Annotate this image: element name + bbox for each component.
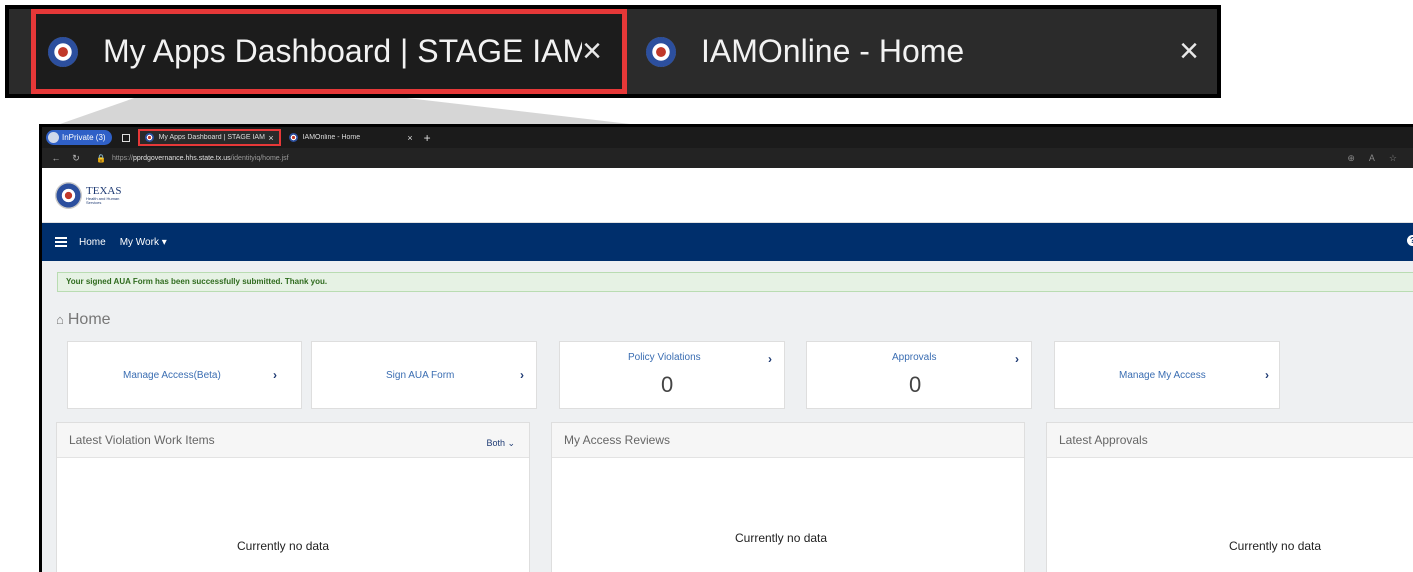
- browser-tab-iamonline-home[interactable]: IAMOnline - Home ×: [284, 129, 418, 146]
- hhs-favicon-icon: [646, 36, 676, 67]
- chevron-right-icon: ›: [520, 368, 524, 382]
- chevron-right-icon: ›: [273, 368, 277, 382]
- browser-tab-title: My Apps Dashboard | STAGE IAM: [158, 134, 265, 141]
- panel-title: Latest Approvals: [1059, 433, 1148, 447]
- browser-window: InPrivate (3) My Apps Dashboard | STAGE …: [39, 124, 1413, 572]
- zoomed-tab-title: My Apps Dashboard | STAGE IAM: [103, 33, 583, 69]
- logo-text: TEXAS Health and Human Services: [86, 186, 121, 205]
- empty-state-text: Currently no data: [735, 531, 828, 545]
- site-header: TEXAS Health and Human Services: [42, 168, 1413, 223]
- empty-state-text: Currently no data: [1229, 539, 1322, 553]
- tile-count: 0: [909, 372, 922, 397]
- tile-sign-aua-form[interactable]: Sign AUA Form ›: [311, 341, 537, 409]
- success-alert: Your signed AUA Form has been successful…: [57, 272, 1413, 292]
- panel-my-access-reviews: My Access Reviews Currently no data: [551, 422, 1025, 572]
- tab-actions-icon[interactable]: [121, 133, 130, 142]
- logo-line-services: Services: [86, 200, 102, 205]
- close-icon[interactable]: ×: [1179, 32, 1199, 71]
- hhs-favicon-icon: [288, 133, 298, 142]
- help-icon[interactable]: ?: [1407, 235, 1413, 246]
- chevron-right-icon: ›: [1015, 352, 1019, 366]
- dashboard-content: Your signed AUA Form has been successful…: [42, 261, 1413, 572]
- tile-label: Sign AUA Form: [386, 370, 455, 381]
- menu-icon[interactable]: [55, 235, 67, 249]
- panel-header: Latest Approvals: [1047, 423, 1413, 458]
- address-bar: ← ↻ 🔒 https://pprdgovernance.hhs.state.t…: [42, 148, 1413, 168]
- url-prefix: https://: [111, 154, 133, 162]
- panel-title: Latest Violation Work Items: [69, 433, 215, 447]
- panel-header: My Access Reviews: [552, 423, 1024, 458]
- browser-toolbar-icons[interactable]: ⊕ A ☆: [1347, 153, 1403, 164]
- browser-tab-my-apps-dashboard[interactable]: My Apps Dashboard | STAGE IAM ×: [137, 129, 281, 146]
- browser-tab-title: IAMOnline - Home: [302, 134, 361, 141]
- close-icon[interactable]: ×: [407, 133, 412, 143]
- tile-label: Manage Access(Beta): [123, 370, 221, 381]
- tile-manage-my-access[interactable]: Manage My Access ›: [1054, 341, 1280, 409]
- nav-home-link[interactable]: Home: [79, 237, 106, 248]
- page-title-text: Home: [67, 311, 111, 328]
- zoomed-tab-strip: My Apps Dashboard | STAGE IAM × IAMOnlin…: [5, 5, 1221, 98]
- panel-latest-violation-work-items: Latest Violation Work Items Both ⌄ Curre…: [56, 422, 530, 572]
- hhs-favicon-icon: [144, 133, 154, 142]
- tile-label: Manage My Access: [1119, 370, 1206, 381]
- tile-manage-access-beta[interactable]: Manage Access(Beta) ›: [67, 341, 302, 409]
- chevron-right-icon: ›: [768, 352, 772, 366]
- panel-title: My Access Reviews: [564, 433, 671, 447]
- texas-seal-icon: [55, 182, 82, 209]
- tile-label: Policy Violations: [628, 352, 701, 363]
- tile-label: Approvals: [892, 352, 937, 363]
- profile-avatar-icon: [48, 132, 59, 143]
- empty-state-text: Currently no data: [237, 539, 330, 553]
- main-navbar: Home My Work ▾ ?: [42, 223, 1413, 261]
- chevron-right-icon: ›: [1265, 368, 1269, 382]
- browser-tab-bar: InPrivate (3) My Apps Dashboard | STAGE …: [42, 127, 1413, 148]
- zoomed-tab-title: IAMOnline - Home: [701, 33, 965, 69]
- tile-approvals[interactable]: Approvals › 0: [806, 341, 1032, 409]
- url-path: /identityiq/home.jsf: [230, 154, 289, 162]
- panel-latest-approvals: Latest Approvals Currently no data: [1046, 422, 1413, 572]
- filter-dropdown-both[interactable]: Both ⌄: [486, 438, 515, 449]
- home-icon: ⌂: [56, 312, 64, 327]
- annotated-screenshot: My Apps Dashboard | STAGE IAM × IAMOnlin…: [0, 0, 1413, 572]
- tile-policy-violations[interactable]: Policy Violations › 0: [559, 341, 785, 409]
- hhs-favicon-icon: [48, 36, 78, 67]
- url-field[interactable]: https://pprdgovernance.hhs.state.tx.us/i…: [112, 155, 289, 162]
- inprivate-profile-button[interactable]: InPrivate (3): [46, 130, 112, 145]
- close-icon[interactable]: ×: [268, 133, 273, 143]
- new-tab-button[interactable]: +: [424, 131, 431, 145]
- tile-count: 0: [661, 372, 674, 397]
- url-host: pprdgovernance.hhs.state.tx.us: [132, 154, 231, 162]
- panel-header: Latest Violation Work Items Both ⌄: [57, 423, 529, 458]
- close-icon[interactable]: ×: [582, 32, 602, 71]
- back-icon[interactable]: ←: [50, 153, 62, 163]
- nav-my-work-dropdown[interactable]: My Work ▾: [120, 237, 167, 248]
- refresh-icon[interactable]: ↻: [70, 153, 82, 164]
- texas-hhs-logo[interactable]: TEXAS Health and Human Services: [55, 182, 121, 209]
- inprivate-label: InPrivate (3): [62, 133, 106, 142]
- lock-icon[interactable]: 🔒: [96, 154, 106, 163]
- zoomed-tab-iamonline-home[interactable]: IAMOnline - Home ×: [634, 9, 1219, 94]
- zoomed-tab-my-apps-dashboard[interactable]: My Apps Dashboard | STAGE IAM ×: [31, 9, 627, 94]
- page-title: ⌂ Home: [56, 311, 111, 329]
